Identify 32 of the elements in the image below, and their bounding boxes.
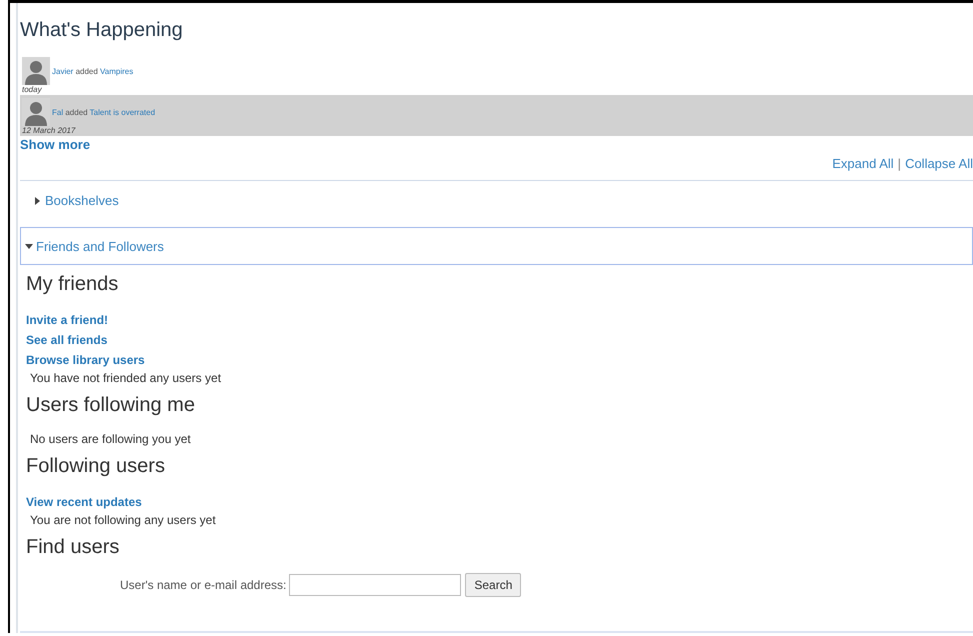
section-header[interactable]: Bookshelves xyxy=(20,181,973,221)
note-text: No users are following you yet xyxy=(29,431,192,447)
activity-verb: added xyxy=(74,66,99,76)
section-heading: Following users xyxy=(26,455,166,478)
user-link[interactable]: Javier xyxy=(52,66,74,76)
caret-down-icon xyxy=(25,242,33,250)
book-link[interactable]: Vampires xyxy=(100,66,134,76)
collapse-all-link[interactable]: Collapse All xyxy=(905,156,973,171)
section-heading: Users following me xyxy=(26,394,196,417)
search-field[interactable] xyxy=(289,574,462,596)
section-heading: My friends xyxy=(26,273,120,296)
show-more-link[interactable]: Show more xyxy=(20,137,90,152)
activity-date: 12 March 2017 xyxy=(22,126,76,135)
expand-all-link[interactable]: Expand All xyxy=(832,156,894,171)
section-heading: Find users xyxy=(26,536,120,559)
page-title: What's Happening xyxy=(20,19,184,42)
link[interactable]: Browse library users xyxy=(26,350,145,370)
search-button[interactable]: Search xyxy=(465,573,522,597)
note-text: You have not friended any users yet xyxy=(29,370,222,386)
activity-verb: added xyxy=(64,108,89,116)
field-label: User's name or e-mail address: xyxy=(120,578,286,592)
book-link[interactable]: Talent is overrated xyxy=(90,108,156,116)
link[interactable]: Invite a friend! xyxy=(26,310,108,330)
activity-date: today xyxy=(22,85,43,94)
separator: | xyxy=(898,156,902,171)
caret-right-icon xyxy=(34,196,42,204)
avatar-icon xyxy=(22,57,50,85)
link[interactable]: View recent updates xyxy=(26,492,142,512)
link[interactable]: See all friends xyxy=(26,330,108,350)
user-link[interactable]: Fal xyxy=(52,108,64,116)
section-header[interactable]: Friends and Followers xyxy=(20,227,973,265)
note-text: You are not following any users yet xyxy=(29,512,217,528)
